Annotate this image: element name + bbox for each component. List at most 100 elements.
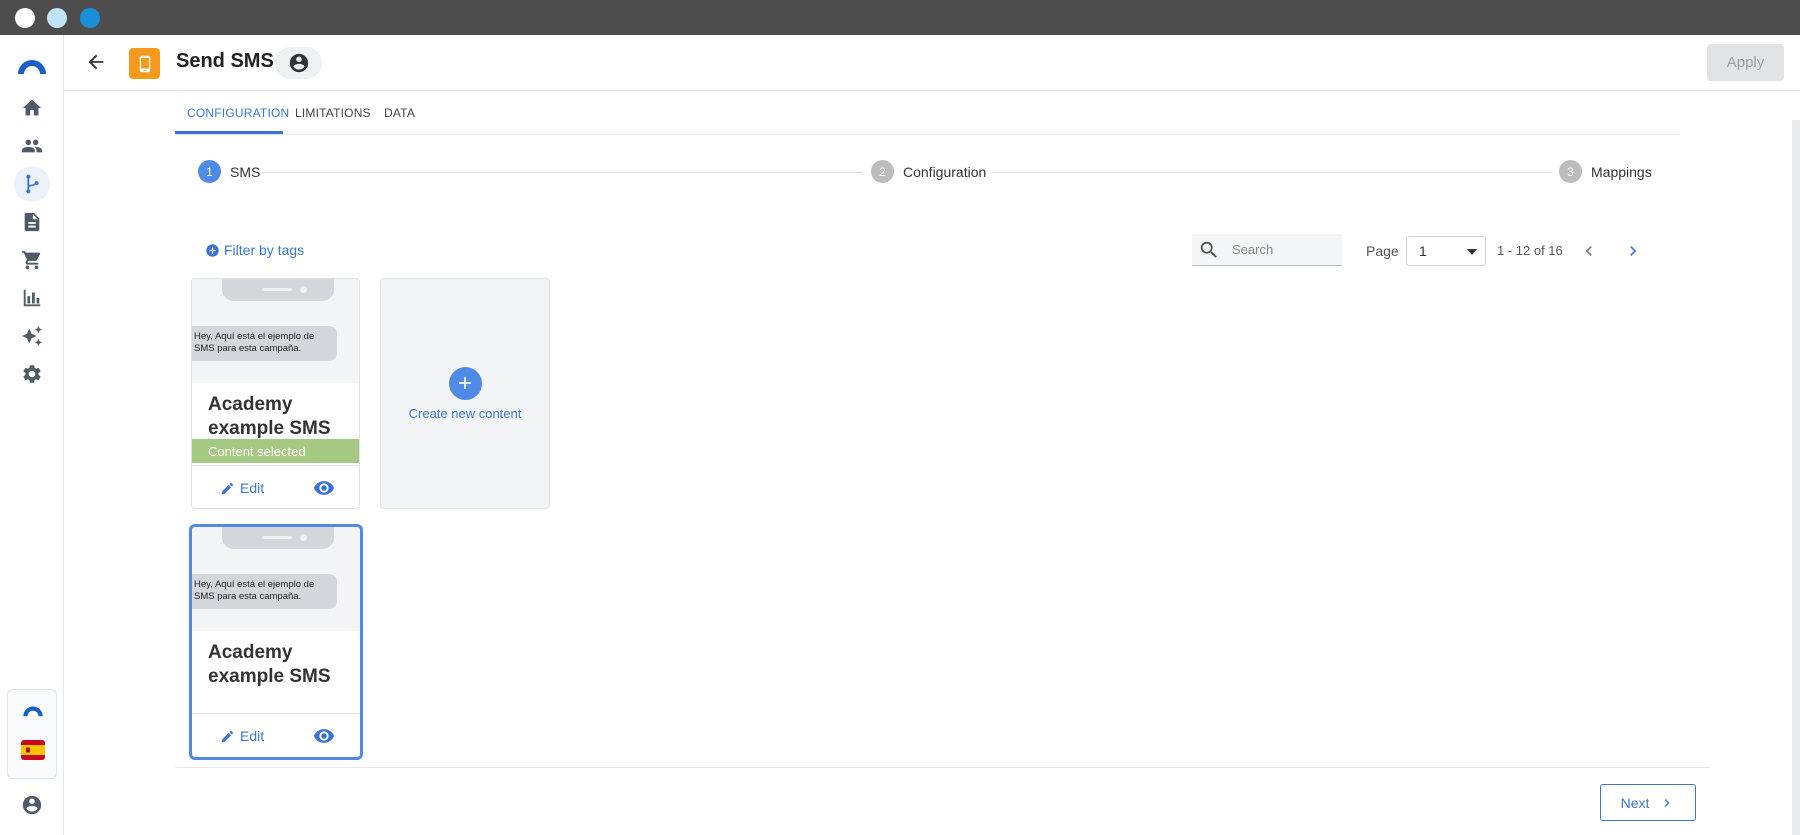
gear-icon xyxy=(23,365,41,383)
eye-icon xyxy=(313,481,335,495)
window-close-button[interactable] xyxy=(15,8,35,28)
nav-documents[interactable] xyxy=(14,204,50,240)
previous-page-button[interactable] xyxy=(1576,238,1602,264)
page-select[interactable]: 1 xyxy=(1406,236,1486,266)
search-field[interactable] xyxy=(1192,234,1342,266)
filter-by-tags-link[interactable]: Filter by tags xyxy=(205,242,304,258)
nav-cart[interactable] xyxy=(14,242,50,278)
phone-notch xyxy=(222,527,334,549)
apply-button[interactable]: Apply xyxy=(1707,44,1784,81)
phone-camera xyxy=(300,534,307,541)
step-label: Configuration xyxy=(903,163,987,180)
arrow-back-icon xyxy=(88,54,104,70)
phone-speaker xyxy=(262,536,292,539)
chevron-right-icon xyxy=(1665,798,1671,807)
nav-settings[interactable] xyxy=(14,356,50,392)
step-mappings[interactable]: 3 Mappings xyxy=(1559,160,1652,183)
nav-account[interactable] xyxy=(14,787,50,823)
step-number: 1 xyxy=(198,160,221,183)
card-title: Academy example SMS xyxy=(208,394,331,439)
edit-label: Edit xyxy=(240,480,265,496)
tab-data[interactable]: DATA xyxy=(384,91,415,135)
window-minimize-button[interactable] xyxy=(47,8,67,28)
tab-limitations[interactable]: LIMITATIONS xyxy=(295,91,371,135)
chevron-left-icon xyxy=(1585,246,1592,256)
step-label: Mappings xyxy=(1591,163,1652,180)
workspace-logo-icon[interactable] xyxy=(21,701,45,719)
page-scrollbar[interactable] xyxy=(1792,120,1800,835)
page-header: Send SMS Apply xyxy=(64,35,1800,91)
window-maximize-button[interactable] xyxy=(80,8,100,28)
create-new-content-card[interactable]: Create new content xyxy=(380,278,550,509)
smartphone-icon xyxy=(139,55,150,72)
nav-ai[interactable] xyxy=(14,318,50,354)
pencil-icon xyxy=(221,482,234,494)
search-input[interactable] xyxy=(1232,242,1332,257)
cart-icon xyxy=(21,250,41,270)
plus-icon xyxy=(459,377,471,389)
people-icon xyxy=(21,139,43,153)
step-label: SMS xyxy=(230,163,261,180)
card-actions: Edit xyxy=(192,713,360,757)
step-connector xyxy=(262,172,862,173)
rail-workspace-box xyxy=(7,689,57,779)
nav-analytics[interactable] xyxy=(14,280,50,316)
step-connector xyxy=(992,172,1552,173)
user-chip[interactable] xyxy=(275,47,322,79)
app-logo-icon[interactable] xyxy=(16,52,48,78)
edit-button[interactable]: Edit xyxy=(220,480,264,496)
add-circle-icon xyxy=(448,366,482,400)
home-icon xyxy=(22,99,42,116)
eye-icon xyxy=(313,729,335,743)
footer-divider xyxy=(175,767,1710,768)
sms-preview: Hey, Aquí está el ejemplo de SMS para es… xyxy=(192,279,359,383)
content-card[interactable]: Hey, Aquí está el ejemplo de SMS para es… xyxy=(191,278,360,509)
active-tab-indicator xyxy=(175,131,283,134)
back-button[interactable] xyxy=(78,44,114,80)
card-actions: Edit xyxy=(192,465,359,508)
phone-notch xyxy=(222,279,334,301)
page-title: Send SMS xyxy=(176,50,274,72)
dropdown-caret-icon xyxy=(1467,249,1477,255)
card-title: Academy example SMS xyxy=(208,642,331,687)
phone-camera xyxy=(300,286,307,293)
sms-app-badge xyxy=(129,48,160,79)
nav-flows[interactable] xyxy=(14,166,50,202)
search-icon xyxy=(1200,241,1217,258)
next-button[interactable]: Next xyxy=(1600,784,1696,821)
phone-speaker xyxy=(262,288,292,291)
edit-button[interactable]: Edit xyxy=(220,728,264,744)
step-sms[interactable]: 1 SMS xyxy=(198,160,260,183)
left-nav-rail xyxy=(0,35,64,835)
page-select-value: 1 xyxy=(1419,243,1427,259)
nav-people[interactable] xyxy=(14,128,50,164)
window-titlebar xyxy=(0,0,1800,35)
create-new-content-label: Create new content xyxy=(408,405,522,421)
next-page-button[interactable] xyxy=(1620,238,1646,264)
flow-icon xyxy=(26,174,39,194)
step-number: 3 xyxy=(1559,160,1582,183)
sms-bubble: Hey, Aquí está el ejemplo de SMS para es… xyxy=(192,574,337,609)
step-configuration[interactable]: 2 Configuration xyxy=(871,160,986,183)
step-number: 2 xyxy=(871,160,894,183)
sparkle-icon xyxy=(21,325,43,347)
content-selected-badge: Content selected xyxy=(192,439,359,463)
preview-button[interactable] xyxy=(313,725,335,747)
pagination-range: 1 - 12 of 16 xyxy=(1497,243,1563,258)
preview-button[interactable] xyxy=(313,477,335,499)
add-circle-icon xyxy=(206,243,219,257)
pencil-icon xyxy=(221,730,234,742)
next-label: Next xyxy=(1620,794,1650,811)
edit-label: Edit xyxy=(240,728,265,744)
account-circle-icon xyxy=(289,53,308,73)
tab-configuration[interactable]: CONFIGURATION xyxy=(187,91,289,135)
tab-bar: CONFIGURATION LIMITATIONS DATA xyxy=(175,91,1680,135)
nav-home[interactable] xyxy=(14,90,50,126)
content-card-selected[interactable]: Hey, Aquí está el ejemplo de SMS para es… xyxy=(189,524,363,760)
document-icon xyxy=(24,212,40,232)
spain-flag-icon[interactable] xyxy=(21,740,45,760)
chevron-right-icon xyxy=(1630,246,1637,256)
filter-label: Filter by tags xyxy=(224,242,305,258)
page-label: Page xyxy=(1366,243,1399,259)
account-circle-icon xyxy=(22,795,42,815)
